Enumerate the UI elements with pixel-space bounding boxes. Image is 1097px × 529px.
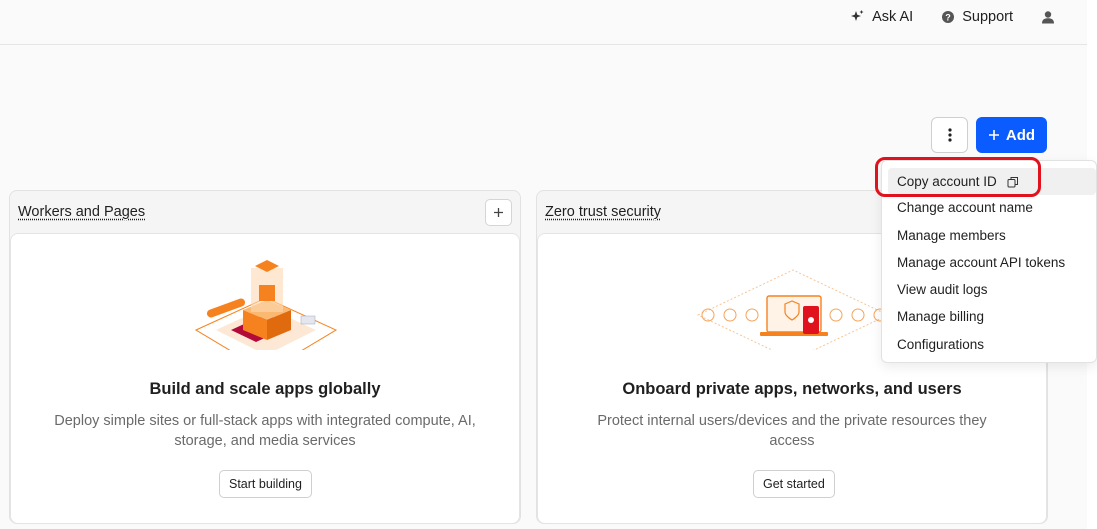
plus-icon [988,130,999,140]
menu-item-label: Copy account ID [897,174,997,189]
card-heading: Onboard private apps, networks, and user… [622,380,962,398]
menu-item-configurations[interactable]: Configurations [888,331,1096,358]
menu-item-copy-account-id[interactable]: Copy account ID [888,168,1096,195]
add-button[interactable]: Add [976,117,1047,153]
more-actions-button[interactable] [931,117,968,153]
card-body: Build and scale apps globally Deploy sim… [10,233,520,524]
user-icon [1042,10,1054,23]
card-heading: Build and scale apps globally [149,380,381,398]
vertical-dots-icon [947,128,952,142]
workers-pages-card: Workers and Pages Build and scale apps g… [9,190,521,524]
top-bar: Ask AI ? Support [0,0,1087,45]
card-title[interactable]: Workers and Pages [18,204,145,220]
add-label: Add [1005,126,1036,144]
ask-ai-button[interactable]: Ask AI [835,0,927,33]
plus-icon [494,207,503,217]
ask-ai-label: Ask AI [872,8,914,25]
support-button[interactable]: ? Support [927,0,1027,33]
start-building-button[interactable]: Start building [219,470,312,498]
card-description: Protect internal users/devices and the p… [597,413,987,449]
card-header: Workers and Pages [10,191,520,233]
account-actions-menu: Copy account ID Change account name Mana… [881,160,1097,363]
help-circle-icon: ? [942,10,955,23]
menu-item-change-account-name[interactable]: Change account name [888,194,1096,221]
menu-item-manage-billing[interactable]: Manage billing [888,303,1096,330]
card-title[interactable]: Zero trust security [545,204,661,220]
copy-icon [1007,176,1018,187]
menu-item-manage-api-tokens[interactable]: Manage account API tokens [888,249,1096,276]
sparkle-icon [851,9,864,21]
get-started-button[interactable]: Get started [753,470,835,498]
menu-item-view-audit-logs[interactable]: View audit logs [888,276,1096,303]
support-label: Support [962,8,1013,25]
menu-item-manage-members[interactable]: Manage members [888,222,1096,249]
workers-illustration [194,260,338,350]
svg-text:?: ? [945,12,951,22]
card-add-button[interactable] [485,198,512,226]
user-menu-button[interactable] [1027,0,1087,33]
card-description: Deploy simple sites or full-stack apps w… [54,413,476,449]
top-bar-actions: Ask AI ? Support [835,0,1087,33]
